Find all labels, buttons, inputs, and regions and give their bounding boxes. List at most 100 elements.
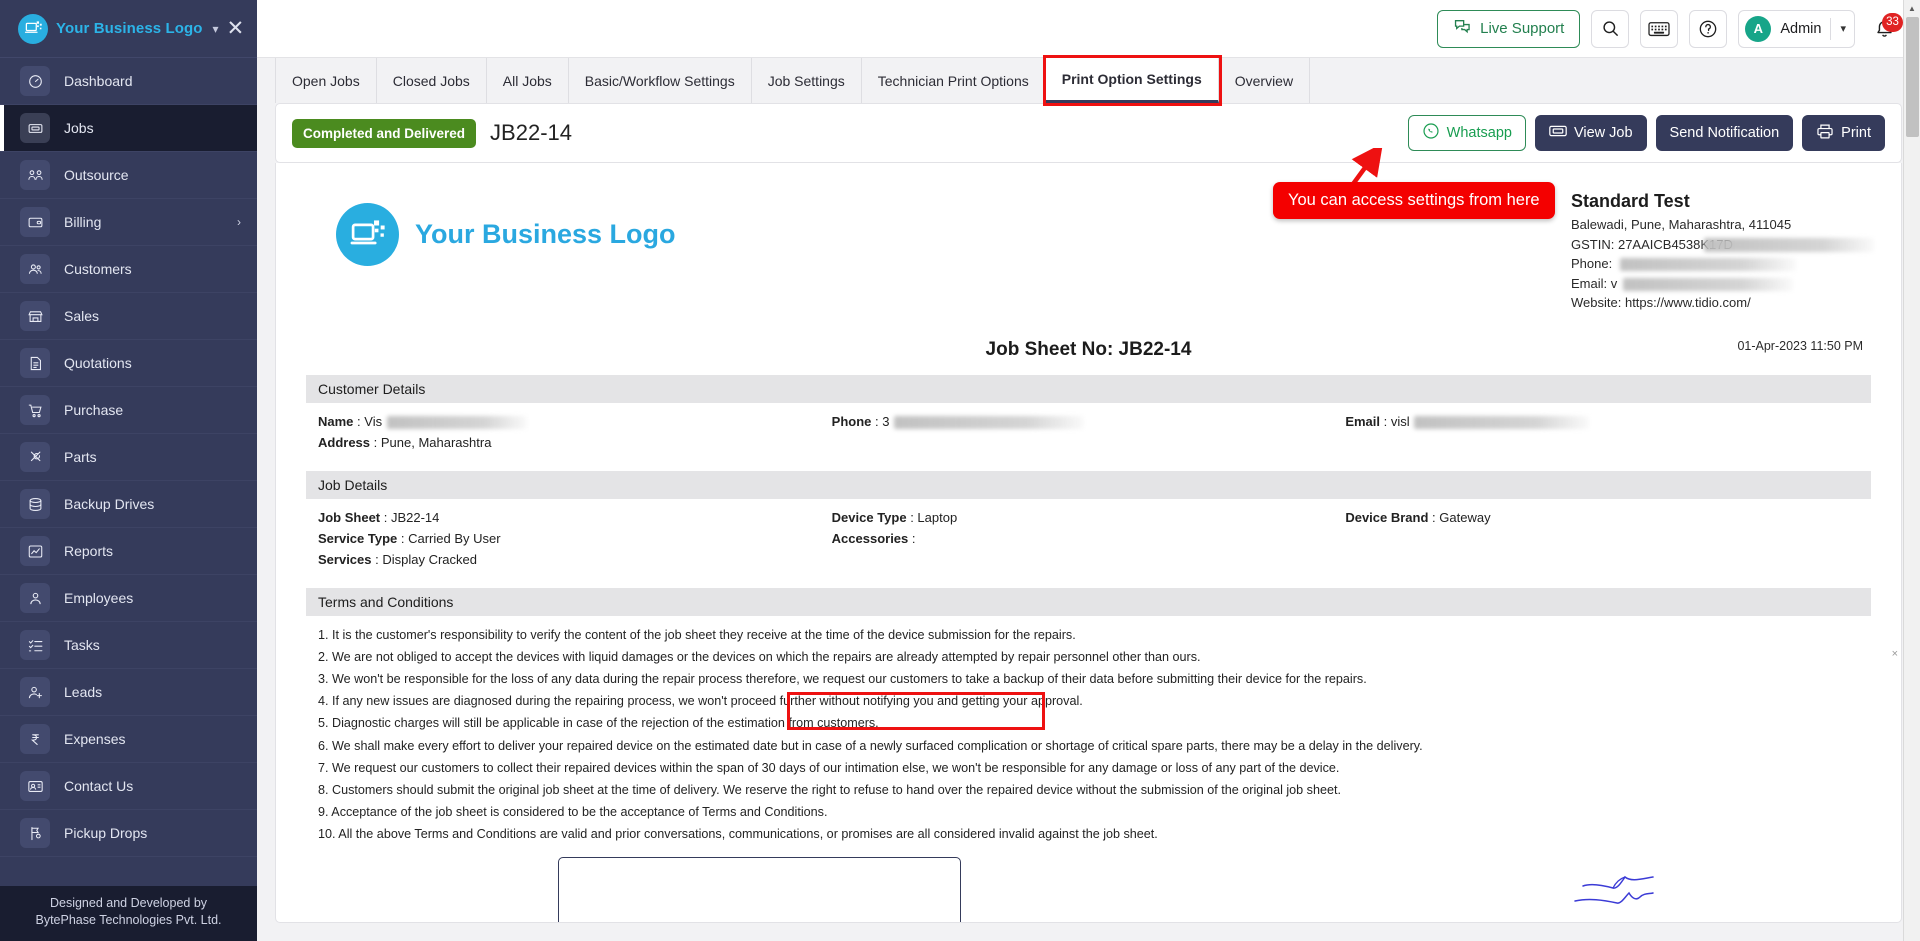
sidebar-item-backup-drives[interactable]: Backup Drives (0, 481, 257, 528)
sidebar-item-label: Employees (64, 590, 134, 606)
sidebar-item-purchase[interactable]: Purchase (0, 387, 257, 434)
customer-phone-field: Phone : 3 (832, 411, 1346, 432)
backup-drives-icon (20, 489, 50, 519)
mini-close-icon[interactable]: × (1892, 648, 1898, 660)
phone-label: Phone (831, 413, 872, 429)
sidebar-item-billing[interactable]: Billing › (0, 199, 257, 246)
notifications-button[interactable]: 33 (1866, 10, 1903, 48)
outsource-icon (20, 160, 50, 190)
sidebar-item-label: Purchase (64, 402, 124, 418)
terms-item: 7. We request our customers to collect t… (318, 760, 1340, 775)
whatsapp-button[interactable]: Whatsapp (1407, 115, 1526, 151)
sidebar-item-label: Pickup Drops (64, 825, 148, 841)
services-label: Services (318, 551, 372, 567)
tab-overview[interactable]: Overview (1219, 58, 1311, 103)
tab-print-option-settings[interactable]: Print Option Settings (1042, 55, 1222, 106)
sidebar-item-contact-us[interactable]: Contact Us (0, 763, 257, 810)
tab-label: All Jobs (502, 72, 552, 89)
sidebar-item-jobs[interactable]: Jobs (0, 105, 257, 152)
tab-technician-print-options[interactable]: Technician Print Options (862, 58, 1046, 103)
chevron-right-icon[interactable]: › (237, 215, 241, 229)
phone-value: 3 (882, 413, 890, 429)
signature-drawing-icon (1574, 876, 1654, 905)
job-actions: Whatsapp View Job Send Notification Prin… (1407, 115, 1885, 151)
app-root: Your Business Logo ▾ ✕ Dashboard Jobs Outs… (0, 0, 1920, 941)
tab-all-jobs[interactable]: All Jobs (487, 58, 569, 103)
document-header: Your Business Logo Standard Test Balewad… (306, 189, 1874, 313)
sidebar-item-parts[interactable]: Parts (0, 434, 257, 481)
sidebar-item-expenses[interactable]: Expenses (0, 716, 257, 763)
tabs-bar: Open Jobs Closed Jobs All Jobs Basic/Workfl… (257, 55, 1920, 106)
keyboard-icon[interactable] (1640, 9, 1679, 48)
expenses-icon (20, 724, 50, 754)
sidebar-item-customers[interactable]: Customers (0, 246, 257, 293)
email-value: v (1610, 275, 1618, 291)
sidebar-item-outsource[interactable]: Outsource (0, 152, 257, 199)
service-type-label: Service Type (318, 530, 398, 546)
sidebar-item-pickup-drops[interactable]: Pickup Drops (0, 810, 257, 857)
search-icon[interactable] (1591, 9, 1630, 48)
tab-label: Closed Jobs (392, 72, 470, 89)
scroll-up-arrow-icon[interactable]: ▲ (1904, 0, 1920, 17)
services-field: Services : Display Cracked (318, 551, 477, 567)
employees-icon (20, 583, 50, 613)
job-sheet-label: Job Sheet (318, 509, 381, 525)
brand-name: Your Business Logo (56, 20, 203, 37)
tab-closed-jobs[interactable]: Closed Jobs (377, 58, 487, 103)
service-type-value: Carried By User (408, 530, 501, 546)
signature-area: Business Signature (306, 857, 1871, 922)
terms-item: 6. We shall make every effort to deliver… (318, 738, 1423, 753)
printer-icon (1816, 123, 1834, 144)
business-logo-icon (336, 203, 399, 266)
company-info: Standard Test Balewadi, Pune, Maharashtr… (1571, 189, 1874, 313)
redaction-bar (894, 415, 1085, 429)
sidebar-item-reports[interactable]: Reports (0, 528, 257, 575)
chevron-down-icon[interactable]: ▾ (213, 22, 219, 36)
live-support-button[interactable]: Live Support (1437, 9, 1581, 48)
sheet-title: Job Sheet No: JB22-14 (985, 338, 1192, 360)
customer-signature-box[interactable] (558, 857, 961, 922)
accessories-field: Accessories : (831, 530, 916, 546)
help-circle-icon[interactable] (1689, 9, 1728, 48)
quotations-icon (20, 348, 50, 378)
tasks-icon (20, 630, 50, 660)
parts-icon (20, 442, 50, 472)
close-icon[interactable]: ✕ (227, 18, 245, 39)
sidebar-item-employees[interactable]: Employees (0, 575, 257, 622)
device-brand-label: Device Brand (1345, 509, 1429, 525)
name-value: Vis (364, 413, 383, 429)
sidebar-item-dashboard[interactable]: Dashboard (0, 58, 257, 105)
sidebar-footer: Designed and Developed by BytePhase Tech… (0, 886, 257, 941)
purchase-icon (20, 395, 50, 425)
sidebar-item-label: Outsource (64, 167, 129, 183)
sidebar-item-tasks[interactable]: Tasks (0, 622, 257, 669)
print-button[interactable]: Print (1802, 115, 1885, 151)
send-notification-button[interactable]: Send Notification (1655, 115, 1794, 151)
document-logo-text: Your Business Logo (415, 219, 676, 249)
sidebar-item-sales[interactable]: Sales (0, 293, 257, 340)
jobs-icon (20, 113, 50, 143)
leads-icon (20, 677, 50, 707)
print-label: Print (1841, 125, 1871, 141)
tab-label: Overview (1234, 72, 1294, 89)
page-scrollbar[interactable]: ▲ (1903, 0, 1920, 941)
device-type-label: Device Type (831, 509, 907, 525)
customer-details-body: Name : Vis Address : Pune, Maharashtra P… (306, 403, 1871, 457)
website-value: https://www.tidio.com/ (1624, 295, 1751, 310)
sheet-date: 01-Apr-2023 11:50 PM (1737, 338, 1863, 353)
tab-job-settings[interactable]: Job Settings (752, 58, 862, 103)
sidebar-item-quotations[interactable]: Quotations (0, 340, 257, 387)
tab-open-jobs[interactable]: Open Jobs (275, 58, 377, 103)
job-header-row: Completed and Delivered JB22-14 Whatsapp (276, 104, 1901, 162)
address-label: Address (318, 434, 371, 450)
device-type-value: Laptop (917, 509, 958, 525)
job-details-heading: Job Details (306, 470, 1871, 499)
customer-address-field: Address : Pune, Maharashtra (318, 434, 492, 450)
view-job-button[interactable]: View Job (1534, 115, 1647, 151)
sidebar-item-leads[interactable]: Leads (0, 669, 257, 716)
scrollbar-thumb[interactable] (1906, 17, 1919, 137)
sidebar-item-label: Parts (64, 449, 97, 465)
user-menu[interactable]: A Admin ▾ (1738, 9, 1855, 48)
tab-basic-workflow-settings[interactable]: Basic/Workflow Settings (569, 58, 752, 103)
terms-item: 5. Diagnostic charges will still be appl… (318, 716, 879, 731)
